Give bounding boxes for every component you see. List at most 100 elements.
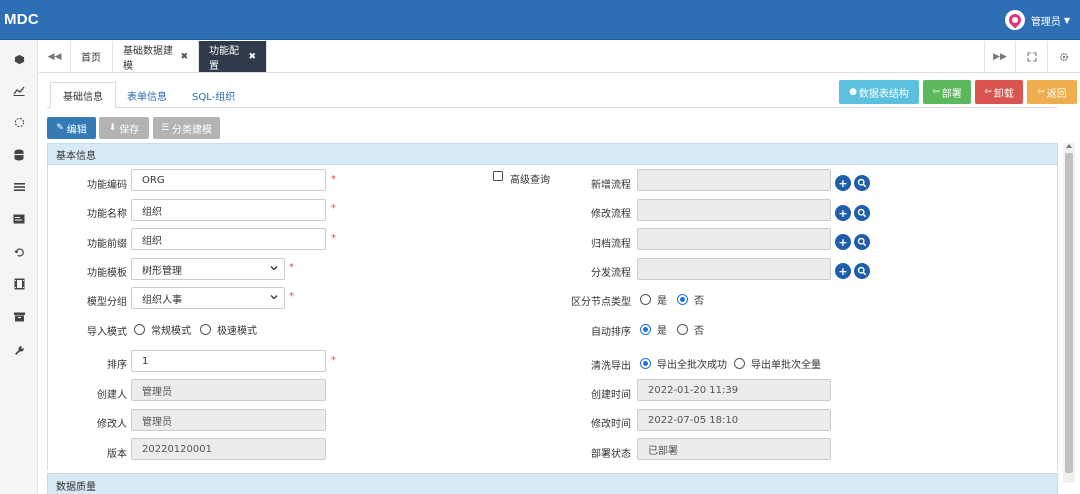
scroll-tabs-right-icon[interactable]: ▶▶ bbox=[984, 41, 1016, 72]
tab-basic-data-modeling[interactable]: 基础数据建模 ✖ bbox=[113, 41, 199, 72]
user-name[interactable]: 管理员 bbox=[1031, 13, 1061, 28]
card-icon[interactable] bbox=[9, 209, 29, 229]
clean-export-opt1-label: 导出全批次成功 bbox=[657, 360, 727, 371]
node-type-no-label: 否 bbox=[694, 296, 704, 307]
tab-form-info[interactable]: 表单信息 bbox=[115, 82, 179, 108]
close-tab-icon[interactable]: ✖ bbox=[248, 52, 256, 62]
radio-circle-selected[interactable] bbox=[640, 324, 651, 335]
version-label: 版本 bbox=[107, 449, 127, 460]
radio-circle[interactable] bbox=[734, 358, 745, 369]
scrollbar-thumb[interactable] bbox=[1065, 153, 1073, 473]
top-bar: MDC 管理员 ▼ bbox=[0, 0, 1080, 40]
edit-button[interactable]: ✎ 编辑 bbox=[47, 117, 96, 139]
tab-function-config-label: 功能配置 bbox=[209, 45, 239, 72]
node-type-no-radio[interactable]: 否 bbox=[677, 292, 704, 307]
panel-header-data-quality: 数据质量 bbox=[47, 473, 1058, 494]
film-icon[interactable] bbox=[9, 274, 29, 294]
database-icon[interactable] bbox=[9, 145, 29, 165]
tab-basic-info[interactable]: 基础信息 bbox=[50, 82, 116, 109]
save-button[interactable]: ⬇ 保存 bbox=[99, 117, 149, 139]
scroll-tabs-left-icon[interactable]: ◀◀ bbox=[39, 41, 71, 72]
required-mark: * bbox=[331, 355, 336, 366]
modified-time-field: 2022-07-05 18:10 bbox=[637, 409, 831, 431]
wrench-icon[interactable] bbox=[9, 340, 29, 360]
scrollbar[interactable] bbox=[1063, 143, 1075, 483]
fullscreen-icon[interactable] bbox=[1016, 41, 1048, 72]
import-mode-fast-radio[interactable]: 极速模式 bbox=[200, 322, 257, 337]
add-icon[interactable]: + bbox=[835, 205, 851, 221]
func-code-field[interactable]: ORG bbox=[131, 169, 326, 191]
radio-circle[interactable] bbox=[200, 324, 211, 335]
sign-in-icon: ⇦ bbox=[932, 87, 940, 97]
func-name-label: 功能名称 bbox=[87, 209, 127, 220]
search-icon[interactable] bbox=[854, 175, 870, 191]
search-icon[interactable] bbox=[854, 205, 870, 221]
tab-home[interactable]: 首页 bbox=[71, 41, 113, 72]
category-model-button[interactable]: ☰ 分类建模 bbox=[153, 117, 220, 139]
chevron-down-icon bbox=[270, 295, 278, 300]
func-prefix-field[interactable]: 组织 bbox=[131, 228, 326, 250]
clean-export-opt2-radio[interactable]: 导出单批次全量 bbox=[734, 356, 821, 371]
radio-circle-selected[interactable] bbox=[677, 294, 688, 305]
search-icon[interactable] bbox=[854, 234, 870, 250]
spinner-icon[interactable] bbox=[9, 112, 29, 132]
edit-flow-field[interactable] bbox=[637, 199, 831, 221]
node-type-yes-label: 是 bbox=[657, 296, 667, 307]
model-group-label: 模型分组 bbox=[87, 297, 127, 308]
back-label: 返回 bbox=[1046, 88, 1067, 100]
table-structure-button[interactable]: ● 数据表结构 bbox=[839, 80, 919, 104]
deploy-button[interactable]: ⇦ 部署 bbox=[923, 80, 971, 104]
radio-circle[interactable] bbox=[134, 324, 145, 335]
auto-sort-yes-radio[interactable]: 是 bbox=[640, 322, 667, 337]
chart-line-icon[interactable] bbox=[9, 80, 29, 100]
radio-circle-selected[interactable] bbox=[640, 358, 651, 369]
add-icon[interactable]: + bbox=[835, 234, 851, 250]
close-tab-icon[interactable]: ✖ bbox=[180, 52, 188, 62]
add-icon[interactable]: + bbox=[835, 263, 851, 279]
model-group-select[interactable]: 组织人事 bbox=[131, 287, 285, 309]
undeploy-button[interactable]: ⇦ 卸载 bbox=[975, 80, 1023, 104]
node-type-yes-radio[interactable]: 是 bbox=[640, 292, 667, 307]
caret-down-icon[interactable]: ▼ bbox=[1064, 16, 1070, 25]
list-icon[interactable] bbox=[9, 177, 29, 197]
node-type-label: 区分节点类型 bbox=[571, 297, 631, 308]
scroll-up-icon[interactable] bbox=[1066, 144, 1072, 148]
radio-circle[interactable] bbox=[677, 324, 688, 335]
panel-title: 基本信息 bbox=[56, 150, 96, 162]
modified-time-label: 修改时间 bbox=[591, 419, 631, 430]
import-mode-normal-radio[interactable]: 常规模式 bbox=[134, 322, 191, 337]
sort-field[interactable]: 1 bbox=[131, 350, 326, 372]
user-menu[interactable]: 管理员 ▼ bbox=[1004, 9, 1070, 31]
archive-icon[interactable] bbox=[9, 307, 29, 327]
dispatch-flow-field[interactable] bbox=[637, 258, 831, 280]
new-flow-label: 新增流程 bbox=[591, 180, 631, 191]
archive-flow-field[interactable] bbox=[637, 228, 831, 250]
search-icon[interactable] bbox=[854, 263, 870, 279]
history-icon[interactable] bbox=[9, 242, 29, 262]
radio-circle[interactable] bbox=[640, 294, 651, 305]
required-mark: * bbox=[331, 203, 336, 214]
dispatch-flow-label: 分发流程 bbox=[591, 268, 631, 279]
table-icon: ☰ bbox=[160, 123, 170, 133]
tab-function-config[interactable]: 功能配置 ✖ bbox=[199, 41, 267, 72]
advanced-query-checkbox[interactable] bbox=[493, 171, 503, 181]
new-flow-field[interactable] bbox=[637, 169, 831, 191]
avatar[interactable] bbox=[1004, 10, 1025, 30]
auto-sort-no-label: 否 bbox=[694, 326, 704, 337]
func-template-select[interactable]: 树形管理 bbox=[131, 258, 285, 280]
required-mark: * bbox=[289, 262, 294, 273]
tab-sql-org[interactable]: SQL-组织 bbox=[180, 82, 247, 108]
table-structure-label: 数据表结构 bbox=[858, 88, 909, 100]
gear-icon[interactable] bbox=[1048, 41, 1080, 72]
edit-icon: ✎ bbox=[56, 123, 64, 133]
brand-logo[interactable]: MDC bbox=[4, 11, 39, 28]
page-tab-strip: ◀◀ 首页 基础数据建模 ✖ 功能配置 ✖ ▶▶ bbox=[39, 41, 1080, 73]
cube-icon[interactable] bbox=[9, 49, 29, 69]
back-button[interactable]: ⇦ 返回 bbox=[1027, 80, 1077, 104]
func-name-field[interactable]: 组织 bbox=[131, 199, 326, 221]
auto-sort-no-radio[interactable]: 否 bbox=[677, 322, 704, 337]
clean-export-opt1-radio[interactable]: 导出全批次成功 bbox=[640, 356, 727, 371]
panel-title-data-quality: 数据质量 bbox=[56, 482, 96, 493]
save-label: 保存 bbox=[119, 124, 140, 136]
add-icon[interactable]: + bbox=[835, 175, 851, 191]
